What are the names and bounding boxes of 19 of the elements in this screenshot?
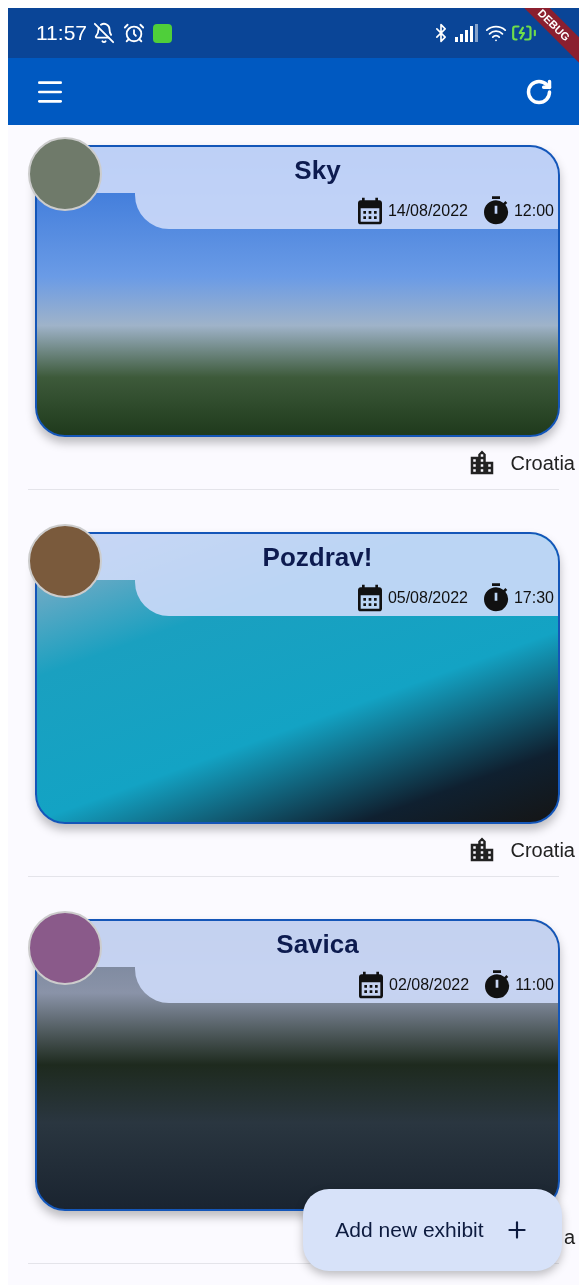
exhibit-location: Croatia (510, 451, 575, 476)
exhibit-location: a (563, 1225, 575, 1250)
bell-off-icon (93, 22, 115, 44)
exhibit-title: Pozdrav! (261, 540, 373, 574)
signal-icon (455, 24, 479, 42)
exhibit-title: Sky (293, 153, 341, 187)
add-exhibit-button[interactable]: Add new exhibit (303, 1189, 562, 1271)
status-time: 11:57 (36, 20, 87, 47)
exhibit-time: 17:30 (513, 588, 554, 608)
refresh-icon[interactable] (525, 77, 553, 106)
exhibit-time: 12:00 (513, 201, 554, 221)
alarm-icon (123, 22, 145, 44)
exhibit-time: 11:00 (515, 975, 554, 995)
exhibit-title: Savica (275, 927, 359, 961)
exhibit-date: 14/08/2022 (387, 201, 468, 221)
exhibit-date: 02/08/2022 (389, 975, 470, 995)
app-icon (153, 23, 172, 43)
exhibit-date: 05/08/2022 (387, 588, 468, 608)
exhibit-location: Croatia (510, 838, 575, 863)
